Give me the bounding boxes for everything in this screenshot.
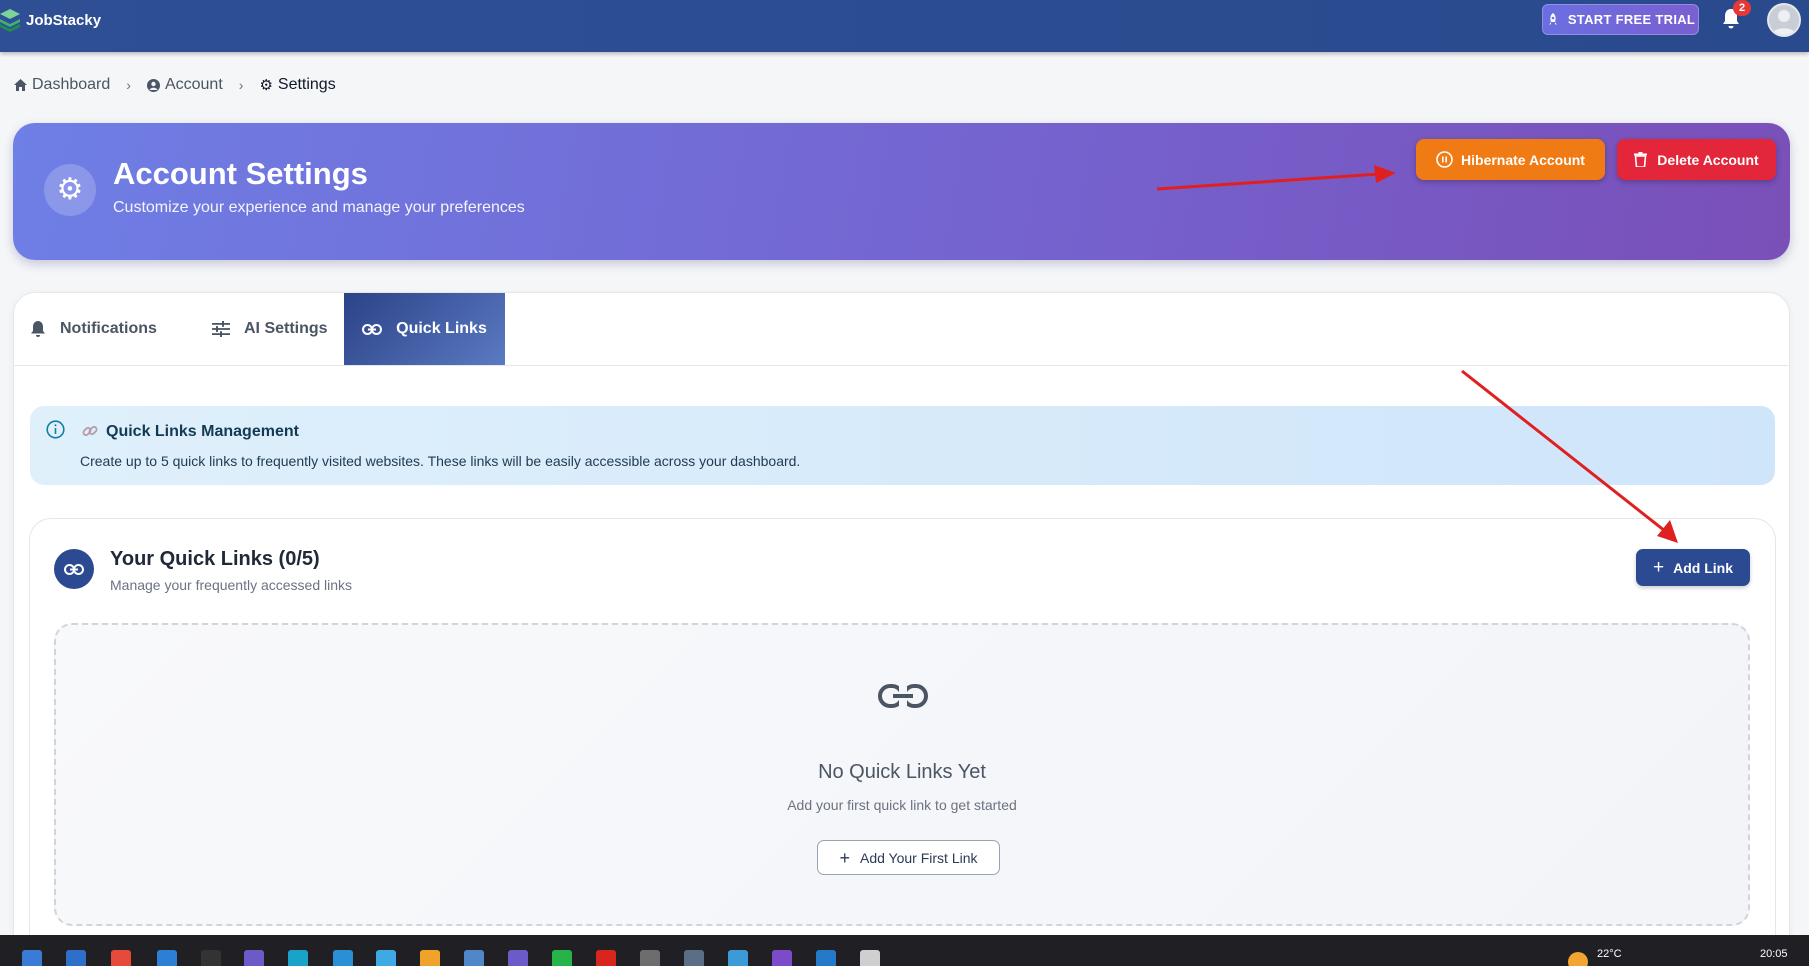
chevron-right-icon: › [238, 77, 244, 93]
empty-state-subtitle: Add your first quick link to get started [787, 797, 1017, 813]
gear-icon: ⚙ [259, 77, 273, 94]
breadcrumb-dashboard[interactable]: Dashboard [14, 76, 110, 94]
trash-icon [1634, 152, 1648, 167]
taskbar-app-icon[interactable] [816, 950, 836, 966]
add-link-button[interactable]: + Add Link [1636, 549, 1750, 586]
add-first-link-button[interactable]: + Add Your First Link [817, 840, 1000, 875]
taskbar-app-icon[interactable] [244, 950, 264, 966]
rocket-icon [1548, 12, 1557, 25]
bell-icon [31, 321, 45, 337]
settings-card: Notifications AI Settings Quick Links Qu… [13, 292, 1790, 966]
notification-badge: 2 [1733, 0, 1751, 16]
home-icon [14, 79, 27, 91]
taskbar-app-icon[interactable] [552, 950, 572, 966]
taskbar-app-icon[interactable] [728, 950, 748, 966]
hibernate-account-button[interactable]: Hibernate Account [1416, 139, 1605, 180]
link-emoji-icon [82, 426, 98, 436]
settings-header: ⚙ Account Settings Customize your experi… [13, 123, 1790, 260]
quick-links-title: Your Quick Links (0/5) [110, 548, 320, 570]
taskbar-app-icon[interactable] [22, 950, 42, 966]
taskbar-app-icon[interactable] [596, 950, 616, 966]
quick-links-info-alert: Quick Links Management Create up to 5 qu… [30, 406, 1775, 485]
taskbar-app-icon[interactable] [640, 950, 660, 966]
settings-tabs: Notifications AI Settings Quick Links [14, 293, 1789, 366]
taskbar-app-icon[interactable] [376, 950, 396, 966]
brand-name: JobStacky [26, 11, 102, 29]
quick-links-panel-icon [54, 549, 94, 589]
link-icon [362, 323, 383, 335]
plus-icon: + [1653, 557, 1665, 578]
taskbar-app-icon[interactable] [508, 950, 528, 966]
breadcrumb-settings: ⚙ Settings [259, 76, 336, 94]
quick-links-subtitle: Manage your frequently accessed links [110, 577, 353, 593]
page-title: Account Settings [113, 156, 368, 191]
taskbar-app-icon[interactable] [420, 950, 440, 966]
taskbar-app-icon[interactable] [201, 950, 221, 966]
trial-label: START FREE TRIAL [1567, 12, 1696, 27]
logo-icon [0, 9, 20, 32]
brand[interactable]: JobStacky [0, 8, 101, 32]
taskbar-weather[interactable]: 22°C [1597, 948, 1622, 960]
breadcrumb: Dashboard › Account › ⚙ Settings [14, 76, 336, 94]
settings-header-icon: ⚙ [44, 164, 96, 216]
tab-ai-settings[interactable]: AI Settings [196, 293, 356, 365]
info-icon [46, 420, 65, 439]
link-icon [64, 563, 84, 575]
empty-state: No Quick Links Yet Add your first quick … [54, 623, 1750, 926]
taskbar-app-icon[interactable] [860, 950, 880, 966]
taskbar-app-icon[interactable] [772, 950, 792, 966]
tab-notifications[interactable]: Notifications [14, 293, 184, 365]
taskbar-app-icon[interactable] [111, 950, 131, 966]
chevron-right-icon: › [126, 77, 131, 93]
gear-icon: ⚙ [56, 173, 84, 206]
taskbar-clock[interactable]: 20:05 [1760, 948, 1788, 960]
os-taskbar [0, 935, 1809, 966]
breadcrumb-account[interactable]: Account [146, 76, 223, 94]
account-circle-icon [146, 78, 160, 92]
user-icon [1772, 10, 1796, 35]
empty-state-title: No Quick Links Yet [818, 761, 986, 783]
delete-account-button[interactable]: Delete Account [1617, 139, 1776, 180]
link-icon [878, 684, 928, 708]
weather-icon [1568, 952, 1588, 966]
tab-quick-links[interactable]: Quick Links [344, 293, 505, 365]
taskbar-app-icon[interactable] [288, 950, 308, 966]
top-navbar: JobStacky START FREE TRIAL 2 [0, 0, 1809, 52]
start-free-trial-button[interactable]: START FREE TRIAL [1542, 4, 1699, 35]
sliders-icon [212, 321, 230, 337]
page-subtitle: Customize your experience and manage you… [113, 199, 525, 216]
taskbar-app-icon[interactable] [464, 950, 484, 966]
quick-links-panel: Your Quick Links (0/5) Manage your frequ… [29, 518, 1776, 966]
info-title: Quick Links Management [106, 423, 299, 440]
taskbar-app-icon[interactable] [684, 950, 704, 966]
plus-icon: + [839, 847, 850, 868]
pause-circle-icon [1436, 151, 1453, 168]
info-text: Create up to 5 quick links to frequently… [80, 453, 801, 469]
avatar[interactable] [1767, 3, 1801, 37]
taskbar-app-icon[interactable] [333, 950, 353, 966]
taskbar-app-icon[interactable] [157, 950, 177, 966]
taskbar-app-icon[interactable] [66, 950, 86, 966]
